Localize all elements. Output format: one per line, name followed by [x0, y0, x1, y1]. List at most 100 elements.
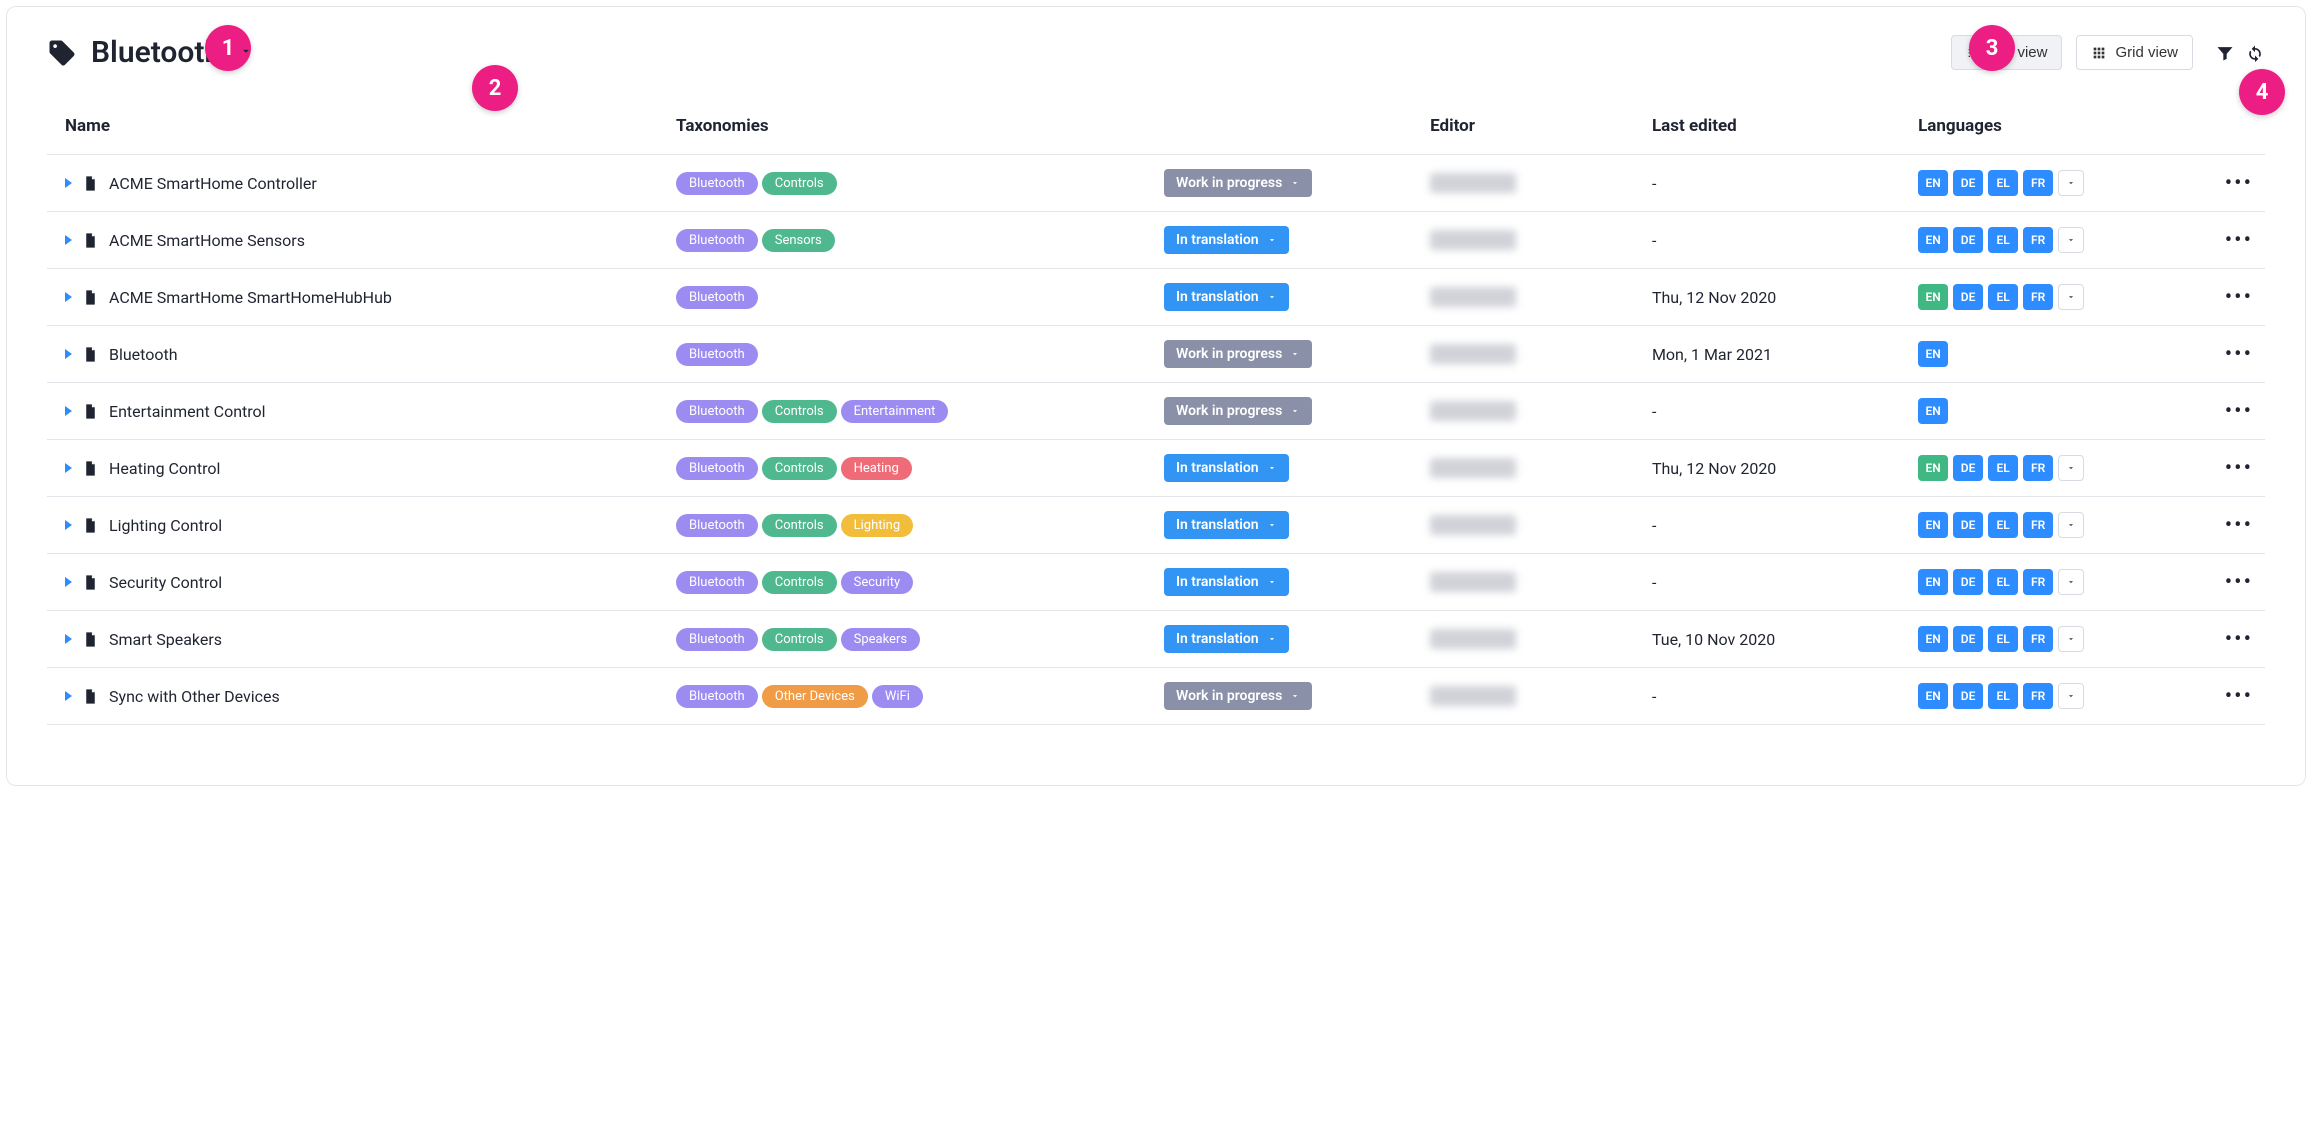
language-chip[interactable]: DE	[1953, 569, 1983, 595]
more-actions[interactable]: •••	[2225, 627, 2253, 652]
language-chip[interactable]: EL	[1988, 569, 2018, 595]
language-chip[interactable]: DE	[1953, 683, 1983, 709]
language-chip[interactable]: EN	[1918, 227, 1948, 253]
status-dropdown[interactable]: In translation	[1164, 454, 1289, 482]
status-dropdown[interactable]: Work in progress	[1164, 682, 1312, 710]
language-chip[interactable]: EN	[1918, 170, 1948, 196]
status-dropdown[interactable]: In translation	[1164, 625, 1289, 653]
language-chip[interactable]: FR	[2023, 227, 2053, 253]
col-taxonomies[interactable]: Taxonomies	[668, 104, 1156, 155]
language-chip[interactable]: DE	[1953, 512, 1983, 538]
taxonomy-tag[interactable]: Lighting	[841, 514, 914, 537]
expand-toggle[interactable]	[65, 235, 72, 245]
more-actions[interactable]: •••	[2225, 228, 2253, 253]
language-chip[interactable]: EN	[1918, 341, 1948, 367]
expand-toggle[interactable]	[65, 349, 72, 359]
language-chip[interactable]: EN	[1918, 626, 1948, 652]
expand-toggle[interactable]	[65, 178, 72, 188]
taxonomy-tag[interactable]: Bluetooth	[676, 400, 758, 423]
taxonomy-tag[interactable]: Bluetooth	[676, 172, 758, 195]
expand-toggle[interactable]	[65, 520, 72, 530]
status-dropdown[interactable]: Work in progress	[1164, 340, 1312, 368]
language-chip[interactable]: DE	[1953, 284, 1983, 310]
language-expand[interactable]	[2058, 512, 2084, 538]
taxonomy-tag[interactable]: Bluetooth	[676, 457, 758, 480]
language-chip[interactable]: FR	[2023, 626, 2053, 652]
taxonomy-tag[interactable]: Bluetooth	[676, 514, 758, 537]
language-chip[interactable]: EL	[1988, 683, 2018, 709]
taxonomy-tag[interactable]: Bluetooth	[676, 286, 758, 309]
col-languages[interactable]: Languages	[1910, 104, 2198, 155]
language-expand[interactable]	[2058, 284, 2084, 310]
taxonomy-tag[interactable]: Heating	[841, 457, 912, 480]
status-dropdown[interactable]: In translation	[1164, 511, 1289, 539]
item-name[interactable]: ACME SmartHome Sensors	[109, 231, 305, 250]
item-name[interactable]: Lighting Control	[109, 516, 222, 535]
language-chip[interactable]: FR	[2023, 170, 2053, 196]
language-chip[interactable]: EL	[1988, 284, 2018, 310]
filter-icon[interactable]	[2215, 43, 2235, 63]
language-expand[interactable]	[2058, 455, 2084, 481]
item-name[interactable]: Security Control	[109, 573, 222, 592]
expand-toggle[interactable]	[65, 406, 72, 416]
item-name[interactable]: ACME SmartHome SmartHomeHubHub	[109, 288, 392, 307]
taxonomy-tag[interactable]: Bluetooth	[676, 628, 758, 651]
language-chip[interactable]: DE	[1953, 455, 1983, 481]
taxonomy-tag[interactable]: Controls	[762, 571, 837, 594]
more-actions[interactable]: •••	[2225, 399, 2253, 424]
language-chip[interactable]: EN	[1918, 683, 1948, 709]
status-dropdown[interactable]: In translation	[1164, 226, 1289, 254]
language-chip[interactable]: DE	[1953, 227, 1983, 253]
taxonomy-tag[interactable]: Bluetooth	[676, 343, 758, 366]
taxonomy-tag[interactable]: Controls	[762, 514, 837, 537]
taxonomy-tag[interactable]: Controls	[762, 628, 837, 651]
language-chip[interactable]: FR	[2023, 683, 2053, 709]
language-chip[interactable]: FR	[2023, 569, 2053, 595]
more-actions[interactable]: •••	[2225, 684, 2253, 709]
language-chip[interactable]: EL	[1988, 227, 2018, 253]
expand-toggle[interactable]	[65, 292, 72, 302]
col-editor[interactable]: Editor	[1422, 104, 1644, 155]
taxonomy-tag[interactable]: Entertainment	[841, 400, 949, 423]
more-actions[interactable]: •••	[2225, 342, 2253, 367]
language-chip[interactable]: FR	[2023, 455, 2053, 481]
language-expand[interactable]	[2058, 569, 2084, 595]
language-chip[interactable]: DE	[1953, 626, 1983, 652]
language-expand[interactable]	[2058, 626, 2084, 652]
taxonomy-tag[interactable]: Bluetooth	[676, 571, 758, 594]
status-dropdown[interactable]: Work in progress	[1164, 397, 1312, 425]
language-expand[interactable]	[2058, 227, 2084, 253]
col-name[interactable]: Name	[47, 104, 668, 155]
language-chip[interactable]: EN	[1918, 569, 1948, 595]
refresh-icon[interactable]	[2245, 43, 2265, 63]
col-last-edited[interactable]: Last edited	[1644, 104, 1910, 155]
expand-toggle[interactable]	[65, 577, 72, 587]
language-chip[interactable]: EN	[1918, 398, 1948, 424]
more-actions[interactable]: •••	[2225, 570, 2253, 595]
taxonomy-tag[interactable]: Sensors	[762, 229, 835, 252]
language-chip[interactable]: EN	[1918, 512, 1948, 538]
language-chip[interactable]: EL	[1988, 512, 2018, 538]
language-chip[interactable]: EL	[1988, 170, 2018, 196]
status-dropdown[interactable]: In translation	[1164, 283, 1289, 311]
item-name[interactable]: Sync with Other Devices	[109, 687, 280, 706]
taxonomy-tag[interactable]: Controls	[762, 172, 837, 195]
more-actions[interactable]: •••	[2225, 456, 2253, 481]
language-expand[interactable]	[2058, 170, 2084, 196]
language-chip[interactable]: EN	[1918, 455, 1948, 481]
language-chip[interactable]: FR	[2023, 512, 2053, 538]
status-dropdown[interactable]: Work in progress	[1164, 169, 1312, 197]
expand-toggle[interactable]	[65, 463, 72, 473]
taxonomy-tag[interactable]: Controls	[762, 400, 837, 423]
more-actions[interactable]: •••	[2225, 171, 2253, 196]
language-expand[interactable]	[2058, 683, 2084, 709]
more-actions[interactable]: •••	[2225, 513, 2253, 538]
item-name[interactable]: Smart Speakers	[109, 630, 222, 649]
taxonomy-tag[interactable]: Speakers	[841, 628, 920, 651]
expand-toggle[interactable]	[65, 691, 72, 701]
item-name[interactable]: Bluetooth	[109, 345, 178, 364]
taxonomy-tag[interactable]: Security	[841, 571, 914, 594]
taxonomy-tag[interactable]: Other Devices	[762, 685, 868, 708]
item-name[interactable]: Heating Control	[109, 459, 220, 478]
expand-toggle[interactable]	[65, 634, 72, 644]
